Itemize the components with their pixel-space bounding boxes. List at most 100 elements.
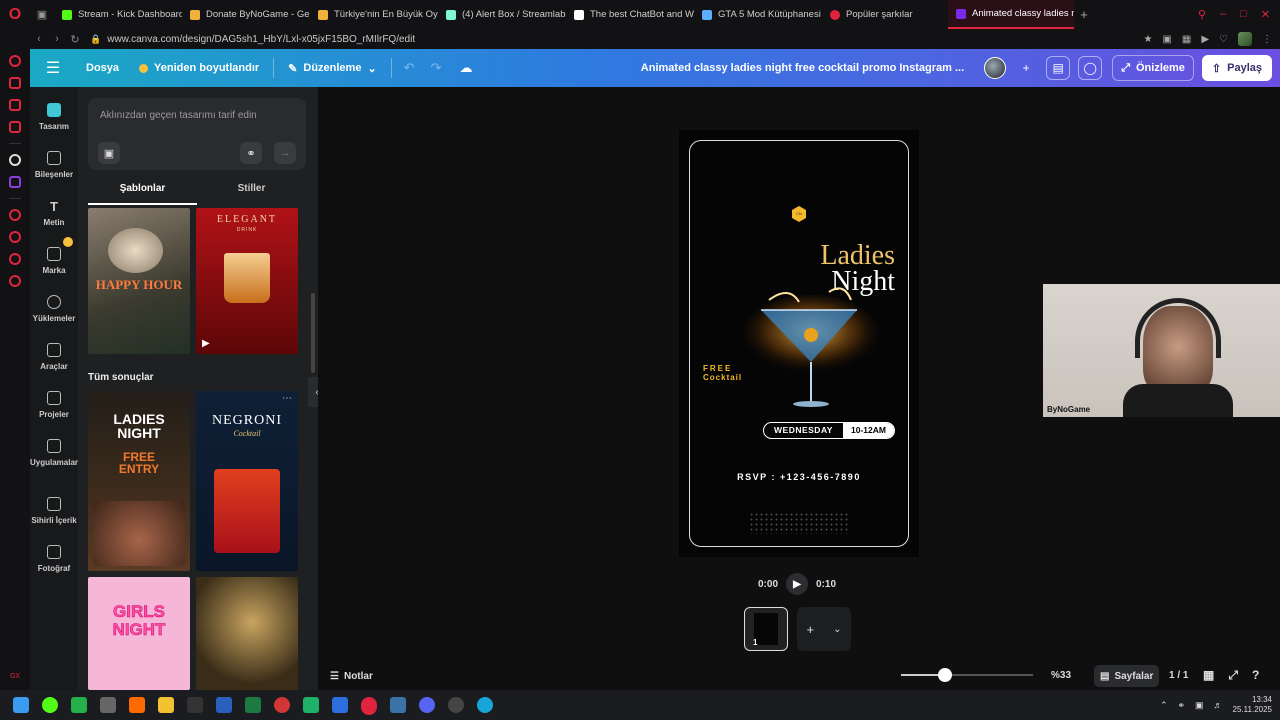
- add-page-button[interactable]: + ⌄: [797, 607, 851, 651]
- play-button[interactable]: ▶: [786, 573, 809, 595]
- notes-button[interactable]: ☰ Notlar: [330, 671, 373, 682]
- prompt-input[interactable]: Aklınızdan geçen tasarımı tarif edin: [100, 110, 257, 121]
- tab-styles[interactable]: Stiller: [197, 183, 306, 205]
- reload-icon[interactable]: ↻: [66, 33, 84, 46]
- cloud-saved-icon[interactable]: ☁: [449, 60, 482, 76]
- template-champagne[interactable]: [196, 577, 298, 690]
- comment-icon[interactable]: ◯: [1078, 56, 1103, 80]
- maximize-icon[interactable]: □: [1240, 8, 1247, 21]
- cocktail-label[interactable]: Cocktail: [703, 373, 742, 382]
- template-happy-hour[interactable]: HAPPY HOUR: [88, 208, 190, 354]
- rail-tools[interactable]: Araçlar: [30, 343, 78, 371]
- new-tab-icon[interactable]: +: [1074, 7, 1094, 22]
- play-store-icon[interactable]: [303, 697, 319, 713]
- rail-magic-media[interactable]: Sihirli İçerik: [30, 497, 78, 525]
- template-elegant-drink[interactable]: ELEGANT DRINK ▶: [196, 208, 298, 354]
- tab-turkiye[interactable]: Türkiye'nin En Büyük Oyu…: [310, 0, 438, 29]
- tab-music[interactable]: Popüler şarkılar: [822, 0, 948, 29]
- cocktail-glass-image[interactable]: [739, 280, 879, 420]
- grid-view-icon[interactable]: ▦: [1203, 668, 1214, 683]
- twitch-icon[interactable]: [9, 176, 21, 188]
- kick-sidebar-icon[interactable]: [9, 154, 21, 166]
- windows-start-icon[interactable]: [13, 697, 29, 713]
- file-explorer-icon[interactable]: [158, 697, 174, 713]
- history-icon[interactable]: [9, 231, 21, 243]
- steam-app-icon[interactable]: [100, 697, 116, 713]
- tab-bynogame[interactable]: Donate ByNoGame - Ge…: [182, 0, 310, 29]
- pin-icon[interactable]: ★: [1143, 34, 1152, 45]
- heart-icon[interactable]: ♡: [1219, 34, 1228, 45]
- minimize-icon[interactable]: –: [1220, 8, 1226, 21]
- resize-button[interactable]: Yeniden boyutlandır: [129, 62, 269, 74]
- tab-canva[interactable]: Animated classy ladies ni…: [948, 0, 1074, 29]
- rail-photos[interactable]: Fotoğraf: [30, 545, 78, 573]
- forward-icon[interactable]: ›: [48, 33, 66, 45]
- date-time-pill[interactable]: WEDNESDAY 10-12AM: [763, 422, 895, 439]
- rail-elements[interactable]: Bileşenler: [30, 151, 78, 179]
- fullscreen-icon[interactable]: ⤢: [1228, 668, 1238, 683]
- redo-icon[interactable]: ↷: [423, 60, 450, 76]
- gx-icon[interactable]: GX: [10, 673, 20, 690]
- chevron-down-icon[interactable]: ⌄: [833, 624, 841, 635]
- free-label[interactable]: FREE: [703, 364, 732, 373]
- user-avatar[interactable]: [984, 57, 1007, 79]
- word-icon[interactable]: [216, 697, 232, 713]
- steam-icon[interactable]: [390, 697, 406, 713]
- panel-scrollbar[interactable]: [311, 293, 315, 373]
- opera-gx-icon[interactable]: [361, 697, 377, 713]
- share-button[interactable]: ⇧ Paylaş: [1201, 55, 1272, 81]
- hamburger-menu-icon[interactable]: ☰: [30, 58, 76, 78]
- tab-templates[interactable]: Şablonlar: [88, 183, 197, 205]
- microphone-icon[interactable]: ⚭: [240, 142, 262, 164]
- zoom-knob[interactable]: [938, 668, 952, 682]
- profile-avatar[interactable]: [1238, 32, 1252, 46]
- tab-gta5mods[interactable]: GTA 5 Mod Kütüphanesi: [694, 0, 822, 29]
- tray-chevron-icon[interactable]: ⌃: [1160, 700, 1168, 711]
- snapshot-icon[interactable]: ▣: [1162, 34, 1171, 45]
- file-menu-button[interactable]: Dosya: [76, 62, 129, 74]
- rail-brand[interactable]: Marka: [30, 247, 78, 275]
- rail-text[interactable]: T Metin: [30, 199, 78, 227]
- rail-projects[interactable]: Projeler: [30, 391, 78, 419]
- display-tray-icon[interactable]: ▣: [1195, 700, 1204, 711]
- razer-icon[interactable]: [42, 697, 58, 713]
- template-girls-night[interactable]: GIRLS NIGHT: [88, 577, 190, 690]
- design-page[interactable]: CN Ladies Night FREE Cocktail WEDNESDAY …: [679, 130, 919, 557]
- obs-icon[interactable]: [274, 697, 290, 713]
- crypto-wallet-icon[interactable]: [9, 77, 21, 89]
- tab-kick[interactable]: Stream - Kick Dashboard: [54, 0, 182, 29]
- brave-icon[interactable]: [129, 697, 145, 713]
- menu-icon[interactable]: ⋮: [1262, 34, 1272, 45]
- zoom-percentage[interactable]: %33: [1051, 670, 1071, 681]
- design-prompt-box[interactable]: Aklınızdan geçen tasarımı tarif edin ▣ ⚭…: [88, 98, 306, 170]
- preview-button[interactable]: ⤢ Önizleme: [1112, 55, 1194, 81]
- insights-icon[interactable]: ▤: [1046, 56, 1071, 80]
- vpn-app-icon[interactable]: [332, 697, 348, 713]
- settings-icon[interactable]: [9, 275, 21, 287]
- rail-uploads[interactable]: Yüklemeler: [30, 295, 78, 323]
- discord-icon[interactable]: [419, 697, 435, 713]
- excel-icon[interactable]: [245, 697, 261, 713]
- player-sidebar-icon[interactable]: [9, 209, 21, 221]
- xbox-icon[interactable]: [71, 697, 87, 713]
- rail-design[interactable]: Tasarım: [30, 103, 78, 131]
- page-thumbnail[interactable]: 1: [744, 607, 788, 651]
- close-icon[interactable]: ✕: [1261, 8, 1270, 21]
- template-ladies-night[interactable]: LADIES NIGHT FREE ENTRY: [88, 391, 190, 571]
- mail-icon[interactable]: [9, 121, 21, 133]
- system-clock[interactable]: 13:34 25.11.2025: [1233, 695, 1272, 715]
- canva-app-icon[interactable]: [477, 697, 493, 713]
- more-options-icon[interactable]: ⋯: [282, 393, 292, 404]
- undo-icon[interactable]: ↶: [396, 60, 423, 76]
- microphone-tray-icon[interactable]: ⚭: [1177, 700, 1185, 711]
- tab-chatbot[interactable]: The best ChatBot and W…: [566, 0, 694, 29]
- back-icon[interactable]: ‹: [30, 33, 48, 45]
- help-icon[interactable]: ?: [1252, 668, 1259, 683]
- player-icon[interactable]: ▶: [1201, 34, 1209, 45]
- tab-streamlabs[interactable]: (4) Alert Box / Streamlabs: [438, 0, 566, 29]
- volume-icon[interactable]: ♬: [1214, 700, 1223, 710]
- pages-button[interactable]: ▤ Sayfalar: [1094, 665, 1160, 687]
- opera-logo-icon[interactable]: O: [0, 0, 30, 29]
- search-icon[interactable]: ⚲: [1198, 8, 1206, 21]
- send-arrow-icon[interactable]: →: [274, 142, 296, 164]
